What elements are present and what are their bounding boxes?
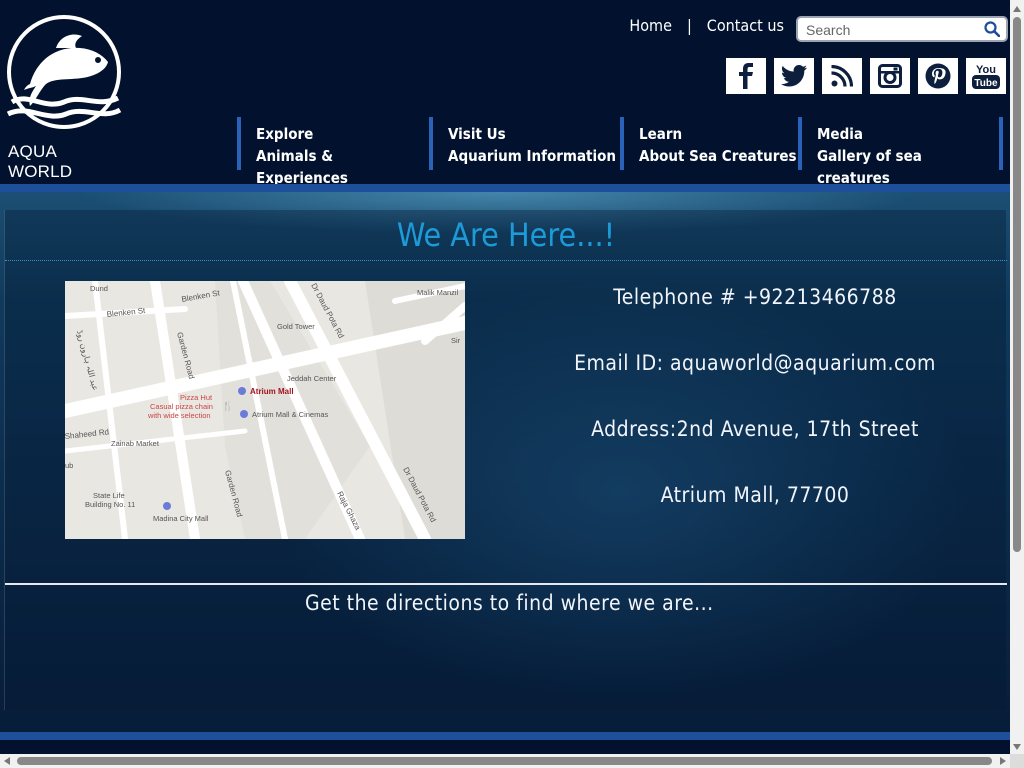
link-separator: | — [686, 16, 692, 35]
vertical-scrollbar[interactable] — [1010, 0, 1024, 754]
nav-title: Explore — [256, 125, 314, 143]
header-divider — [0, 184, 1010, 192]
telephone-text: Telephone # +92213466788 — [613, 285, 897, 309]
map-label: with wide selection — [147, 411, 211, 420]
scroll-up-arrow-icon[interactable] — [1013, 6, 1021, 12]
rss-icon[interactable] — [822, 58, 862, 94]
vertical-scroll-thumb[interactable] — [1013, 17, 1021, 552]
main-nav: Explore Animals & Experiences Visit Us A… — [237, 117, 1003, 187]
youtube-label-bottom: Tube — [974, 78, 998, 89]
email-text: Email ID: aquaworld@aquarium.com — [574, 351, 936, 375]
footer-divider — [0, 732, 1010, 740]
social-links: You Tube — [726, 58, 1006, 94]
directions-text: Get the directions to find where we are.… — [305, 591, 714, 615]
nav-subtitle: Gallery of sea creatures — [817, 147, 922, 187]
nav-subtitle: Aquarium Information — [448, 147, 617, 165]
site-footer — [0, 740, 1010, 754]
map-label: Atrium Mall & Cinemas — [252, 410, 329, 419]
scroll-down-arrow-icon[interactable] — [1013, 744, 1021, 750]
map-label: ub — [65, 461, 73, 470]
map-label-atrium-mall: Atrium Mall — [250, 387, 294, 396]
scroll-left-arrow-icon[interactable] — [4, 757, 10, 765]
map-label: Zainab Market — [111, 439, 160, 448]
nav-title: Learn — [639, 125, 683, 143]
instagram-icon[interactable] — [870, 58, 910, 94]
twitter-icon[interactable] — [774, 58, 814, 94]
home-link[interactable]: Home — [629, 16, 672, 35]
map-label: Pizza Hut — [180, 393, 213, 402]
map-label: Casual pizza chain — [150, 402, 213, 411]
horizontal-scroll-thumb[interactable] — [17, 757, 992, 765]
map-label: State Life — [93, 491, 125, 500]
map-label: Malik Manzil — [417, 288, 459, 297]
address-text: Address:2nd Avenue, 17th Street — [591, 417, 919, 441]
youtube-icon[interactable]: You Tube — [966, 58, 1006, 94]
scroll-right-arrow-icon[interactable] — [1000, 757, 1006, 765]
location-map[interactable]: Malik Manzil Gold Tower Jeddah Center At… — [65, 281, 465, 539]
logo-text: AQUA WORLD — [8, 142, 73, 181]
youtube-label-top: You — [976, 64, 996, 76]
contact-link[interactable]: Contact us — [707, 16, 784, 35]
nav-subtitle: About Sea Creatures — [639, 147, 797, 165]
map-label: Building No. 11 — [85, 500, 135, 509]
contact-info: Telephone # +92213466788 Email ID: aquaw… — [505, 285, 1005, 549]
nav-subtitle: Animals & Experiences — [256, 147, 348, 187]
site-header: AQUA WORLD Home | Contact us Search You … — [0, 0, 1010, 187]
page-title: We Are Here...! — [396, 216, 616, 254]
address-line2-text: Atrium Mall, 77700 — [660, 483, 850, 507]
search-input[interactable] — [806, 21, 976, 39]
map-label: Dund — [90, 284, 108, 293]
map-label: Gold Tower — [277, 322, 315, 331]
location-panel: We Are Here...! Malik Manzil Gold Tower … — [4, 210, 1007, 710]
section-divider — [5, 583, 1007, 585]
nav-item-visit-us[interactable]: Visit Us Aquarium Information — [429, 117, 620, 170]
horizontal-scrollbar[interactable] — [0, 754, 1024, 768]
nav-title: Visit Us — [448, 125, 506, 143]
main-content: We Are Here...! Malik Manzil Gold Tower … — [0, 192, 1010, 732]
nav-title: Media — [817, 125, 863, 143]
restaurant-icon: 🍴 — [222, 400, 233, 412]
search-box — [796, 16, 1008, 42]
map-label: Jeddah Center — [287, 374, 337, 383]
mall-marker-icon — [238, 387, 246, 395]
nav-item-media[interactable]: Media Gallery of sea creatures — [798, 117, 1003, 187]
search-icon[interactable] — [984, 21, 1001, 41]
map-label: Madina City Mall — [153, 514, 209, 523]
facebook-icon[interactable] — [726, 58, 766, 94]
cinema-marker-icon — [240, 410, 248, 418]
pinterest-icon[interactable] — [918, 58, 958, 94]
scrollbar-corner — [1010, 754, 1024, 768]
title-divider — [5, 260, 1007, 261]
nav-item-learn[interactable]: Learn About Sea Creatures — [620, 117, 798, 170]
map-label: Sir — [451, 336, 461, 345]
top-links: Home | Contact us — [629, 16, 784, 35]
nav-item-explore[interactable]: Explore Animals & Experiences — [237, 117, 429, 187]
mall-marker-icon — [163, 502, 171, 510]
site-logo[interactable]: AQUA WORLD — [4, 12, 124, 181]
fish-logo-icon — [6, 15, 122, 129]
